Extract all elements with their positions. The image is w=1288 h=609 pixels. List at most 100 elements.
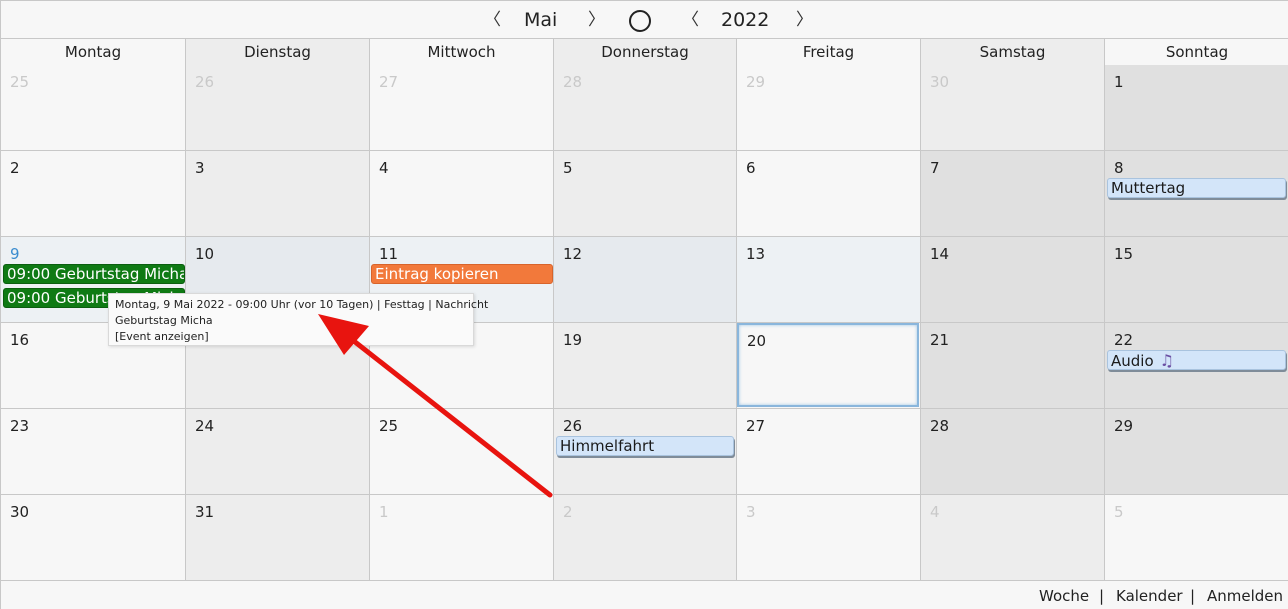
day-number: 3 (195, 159, 205, 177)
day-number: 25 (379, 417, 399, 435)
calendar-frame: 〈 Mai 〉 〈 2022 〉 Montag Dienstag Mittwoc… (0, 0, 1288, 609)
year-label: 2022 (721, 9, 770, 31)
event-eintrag-kopieren[interactable]: Eintrag kopieren (371, 264, 553, 284)
day-number: 1 (379, 503, 389, 521)
day-cell[interactable]: 23 (1, 409, 186, 495)
day-cell[interactable]: 3 (186, 151, 370, 237)
day-cell[interactable]: 27 (370, 65, 554, 151)
weekday-wednesday: Mittwoch (370, 39, 554, 66)
day-number: 16 (10, 331, 30, 349)
login-link[interactable]: Anmelden (1207, 586, 1283, 606)
day-cell[interactable]: 1 (370, 495, 554, 581)
circle-icon[interactable] (629, 10, 651, 32)
day-number: 29 (746, 73, 766, 91)
day-number: 28 (563, 73, 583, 91)
day-number: 22 (1114, 331, 1134, 349)
day-cell[interactable]: 26 (186, 65, 370, 151)
day-number: 9 (10, 245, 20, 263)
day-cell[interactable]: 4 (370, 151, 554, 237)
day-number: 27 (379, 73, 399, 91)
day-number: 25 (10, 73, 30, 91)
day-cell[interactable]: 24 (186, 409, 370, 495)
day-cell[interactable]: 27 (737, 409, 921, 495)
event-geburtstag[interactable]: 09:00 Geburtstag Micha (3, 264, 185, 284)
day-number: 24 (195, 417, 215, 435)
day-cell[interactable]: 4 (921, 495, 1105, 581)
day-cell[interactable]: 25 (370, 409, 554, 495)
day-cell[interactable]: 7 (921, 151, 1105, 237)
day-number: 30 (930, 73, 950, 91)
day-cell[interactable]: 29 (1105, 409, 1288, 495)
day-number: 5 (1114, 503, 1124, 521)
footer-separator: | (1190, 587, 1196, 605)
day-number: 8 (1114, 159, 1124, 177)
day-number: 23 (10, 417, 30, 435)
weekday-thursday: Donnerstag (554, 39, 737, 66)
day-cell[interactable]: 31 (186, 495, 370, 581)
weekday-saturday: Samstag (921, 39, 1105, 66)
tooltip-details: Montag, 9 Mai 2022 - 09:00 Uhr (vor 10 T… (115, 298, 489, 311)
day-cell[interactable]: 30 (1, 495, 186, 581)
day-number: 7 (930, 159, 940, 177)
day-cell[interactable]: 2 (1, 151, 186, 237)
footer-separator: | (1099, 587, 1105, 605)
weekday-monday: Montag (1, 39, 186, 66)
next-month-button[interactable]: 〉 (588, 7, 605, 33)
day-cell[interactable]: 1 (1105, 65, 1288, 151)
day-number: 19 (563, 331, 583, 349)
prev-month-button[interactable]: 〈 (484, 7, 501, 33)
today-highlight (737, 323, 919, 407)
day-cell[interactable]: 6 (737, 151, 921, 237)
day-cell[interactable]: 15 (1105, 237, 1288, 323)
calendar-view-link[interactable]: Kalender (1116, 586, 1183, 606)
week-view-link[interactable]: Woche (1039, 586, 1089, 606)
month-label: Mai (524, 9, 558, 31)
day-cell[interactable]: 5 (554, 151, 737, 237)
next-year-button[interactable]: 〉 (796, 7, 813, 33)
day-number: 2 (10, 159, 20, 177)
day-number: 11 (379, 245, 399, 263)
day-number: 13 (746, 245, 766, 263)
day-cell[interactable]: 3 (737, 495, 921, 581)
day-cell[interactable]: 12 (554, 237, 737, 323)
day-number: 15 (1114, 245, 1134, 263)
day-number: 26 (195, 73, 215, 91)
day-cell[interactable]: 28 (554, 65, 737, 151)
day-cell[interactable]: 30 (921, 65, 1105, 151)
day-cell[interactable]: 19 (554, 323, 737, 409)
tooltip-show-event-link[interactable]: [Event anzeigen] (115, 329, 467, 345)
day-number: 27 (746, 417, 766, 435)
day-cell[interactable]: 25 (1, 65, 186, 151)
day-number: 4 (930, 503, 940, 521)
day-number: 21 (930, 331, 950, 349)
day-cell[interactable]: 29 (737, 65, 921, 151)
day-number: 5 (563, 159, 573, 177)
day-cell[interactable]: 28 (921, 409, 1105, 495)
day-number: 4 (379, 159, 389, 177)
day-cell[interactable]: 2 (554, 495, 737, 581)
event-muttertag[interactable]: Muttertag (1107, 178, 1286, 198)
footer-bar: Woche | Kalender | Anmelden (1, 581, 1288, 609)
day-number: 3 (746, 503, 756, 521)
music-note-icon: ♫ (1159, 351, 1174, 370)
day-number: 6 (746, 159, 756, 177)
day-cell[interactable]: 13 (737, 237, 921, 323)
weekday-friday: Freitag (737, 39, 921, 66)
day-number: 26 (563, 417, 583, 435)
month-year-nav: 〈 Mai 〉 〈 2022 〉 (1, 1, 1288, 38)
day-cell[interactable]: 14 (921, 237, 1105, 323)
day-number: 12 (563, 245, 583, 263)
day-number: 1 (1114, 73, 1124, 91)
weekday-sunday: Sonntag (1105, 39, 1288, 66)
event-audio[interactable]: Audio ♫ (1107, 350, 1286, 370)
day-cell[interactable]: 5 (1105, 495, 1288, 581)
day-number: 30 (10, 503, 30, 521)
day-number: 29 (1114, 417, 1134, 435)
prev-year-button[interactable]: 〈 (682, 7, 699, 33)
day-cell[interactable]: 21 (921, 323, 1105, 409)
day-number: 28 (930, 417, 950, 435)
event-audio-label: Audio (1111, 352, 1154, 370)
tooltip-title: Geburtstag Micha (115, 314, 213, 327)
day-number: 31 (195, 503, 215, 521)
event-himmelfahrt[interactable]: Himmelfahrt (556, 436, 734, 456)
